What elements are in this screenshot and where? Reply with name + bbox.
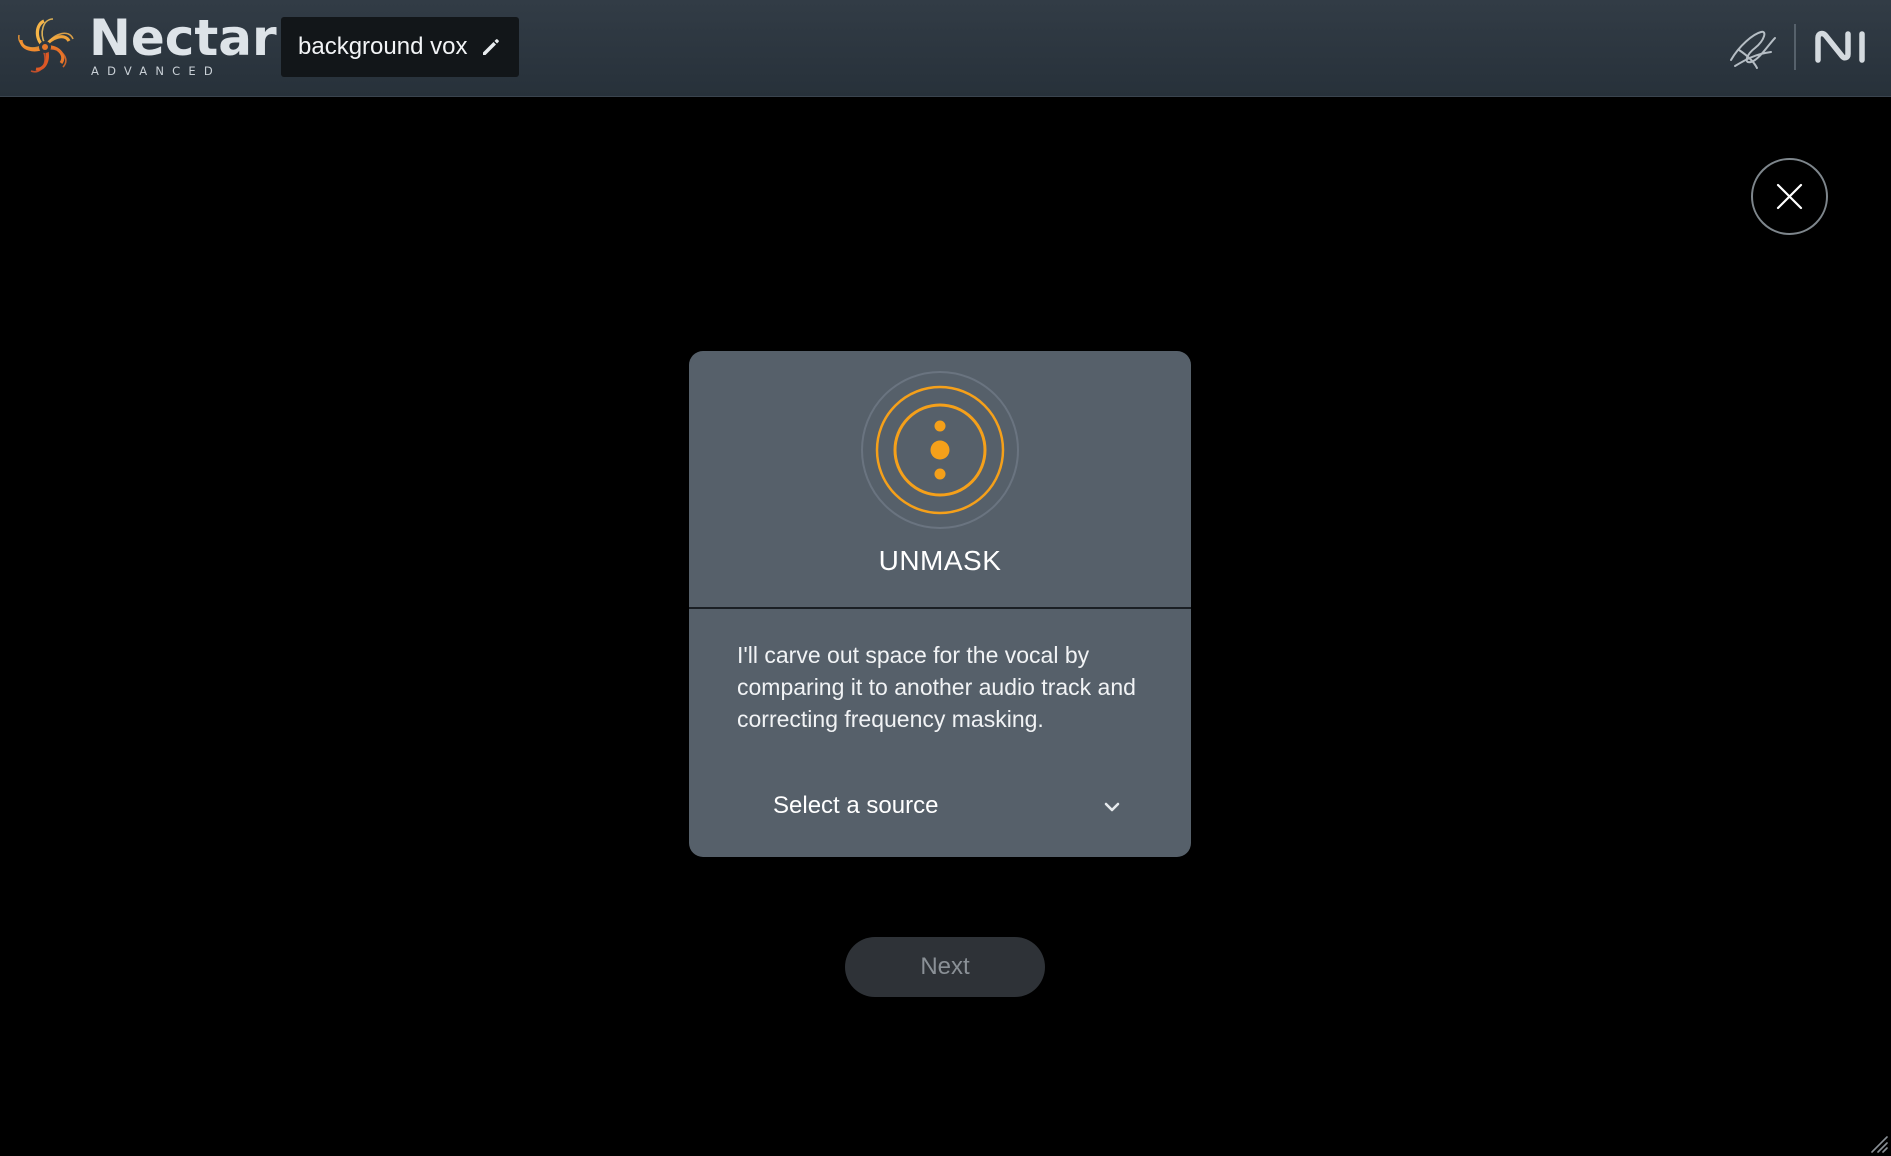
next-button[interactable]: Next — [845, 937, 1045, 997]
unmask-icon — [861, 371, 1019, 529]
signature-icon[interactable] — [1725, 20, 1781, 76]
preset-name[interactable]: background vox — [298, 33, 467, 61]
header-divider — [1794, 24, 1796, 70]
chevron-down-icon[interactable] — [1101, 796, 1123, 818]
source-dropdown[interactable]: Select a source — [729, 784, 1149, 828]
card-description: I'll carve out space for the vocal by co… — [737, 642, 1136, 732]
nectar-logo-icon — [18, 18, 74, 73]
close-button[interactable] — [1751, 158, 1828, 235]
brand-name: Nectar — [89, 9, 277, 67]
header-bar: Nectar ADVANCED background vox — [0, 0, 1891, 97]
resize-grip-icon[interactable] — [1870, 1135, 1888, 1153]
card-title: UNMASK — [878, 545, 1002, 576]
source-dropdown-value[interactable]: Select a source — [773, 790, 938, 822]
unmask-card: UNMASK I'll carve out space for the voca… — [689, 351, 1191, 857]
pencil-icon[interactable] — [479, 35, 503, 59]
preset-name-field[interactable]: background vox — [281, 17, 519, 77]
ni-logo-icon[interactable] — [1814, 28, 1872, 66]
close-icon — [1776, 183, 1803, 210]
app-window: Nectar ADVANCED background vox UNMASK I'… — [0, 0, 1891, 1156]
card-header: UNMASK — [689, 351, 1191, 607]
brand-subtitle: ADVANCED — [91, 64, 221, 78]
card-divider — [689, 607, 1191, 609]
